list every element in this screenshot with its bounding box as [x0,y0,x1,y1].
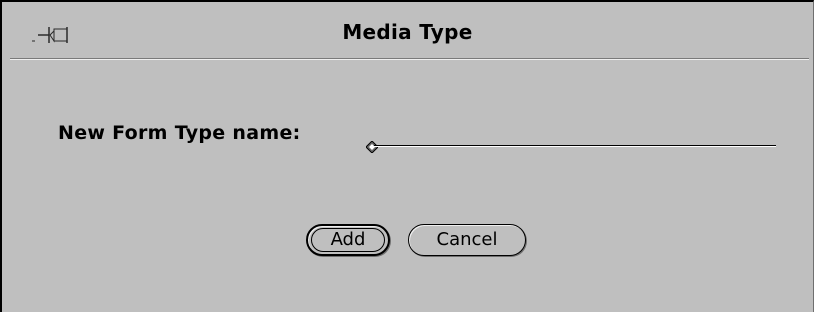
add-button[interactable]: Add [306,224,390,256]
cancel-button[interactable]: Cancel [408,224,526,256]
form-type-name-label: New Form Type name: [58,122,301,144]
dialog-title: Media Type [342,20,473,44]
cancel-button-label: Cancel [436,229,498,250]
title-bar: Media Type [2,2,813,58]
title-divider [10,58,809,60]
media-type-dialog: Media Type New Form Type name: Add Cance… [0,0,814,312]
input-underline [374,145,776,147]
default-button-ring [311,228,385,252]
form-type-name-input[interactable] [365,128,776,154]
input-caret-icon [365,138,379,154]
